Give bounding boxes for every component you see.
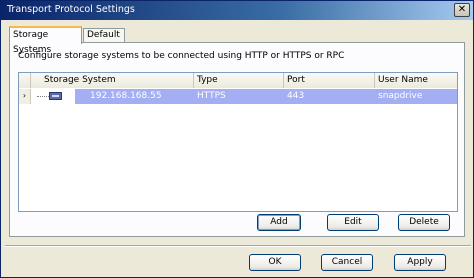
column-header-user-name[interactable]: User Name — [375, 73, 457, 88]
column-header-storage-system[interactable]: Storage System — [31, 73, 194, 88]
column-header-type[interactable]: Type — [194, 73, 284, 88]
footer-separator — [5, 245, 471, 247]
close-button[interactable]: ✕ — [454, 3, 470, 17]
description-text: Configure storage systems to be connecte… — [18, 51, 345, 61]
add-button[interactable]: Add — [257, 214, 301, 231]
row-header-corner — [19, 73, 31, 88]
tree-connector-line — [37, 96, 49, 97]
ok-button[interactable]: OK — [249, 254, 301, 271]
cell-port[interactable]: 443 — [284, 89, 304, 104]
title-bar[interactable]: Transport Protocol Settings ✕ — [1, 1, 473, 20]
tab-storage-systems[interactable]: Storage Systems — [9, 26, 82, 55]
cell-user-name[interactable]: snapdrive — [375, 89, 422, 104]
edit-button[interactable]: Edit — [327, 214, 379, 231]
cell-type[interactable]: HTTPS — [194, 89, 226, 104]
column-header-port[interactable]: Port — [284, 73, 375, 88]
delete-button[interactable]: Delete — [398, 214, 450, 231]
storage-server-icon — [49, 92, 62, 100]
grid-header: Storage System Type Port User Name — [19, 73, 457, 88]
row-expander-icon[interactable]: › — [19, 89, 31, 104]
window-title: Transport Protocol Settings — [7, 4, 135, 15]
storage-systems-panel: Configure storage systems to be connecte… — [9, 42, 465, 237]
storage-systems-grid[interactable]: Storage System Type Port User Name › 192… — [18, 72, 458, 212]
cell-storage-system[interactable]: 192.168.168.55 — [87, 89, 162, 104]
cancel-button[interactable]: Cancel — [321, 254, 373, 271]
tab-default[interactable]: Default — [83, 28, 125, 43]
table-row[interactable]: › 192.168.168.55 HTTPS 443 snapdrive — [19, 89, 457, 104]
apply-button[interactable]: Apply — [394, 254, 446, 271]
transport-protocol-settings-dialog: Transport Protocol Settings ✕ Storage Sy… — [0, 0, 474, 278]
